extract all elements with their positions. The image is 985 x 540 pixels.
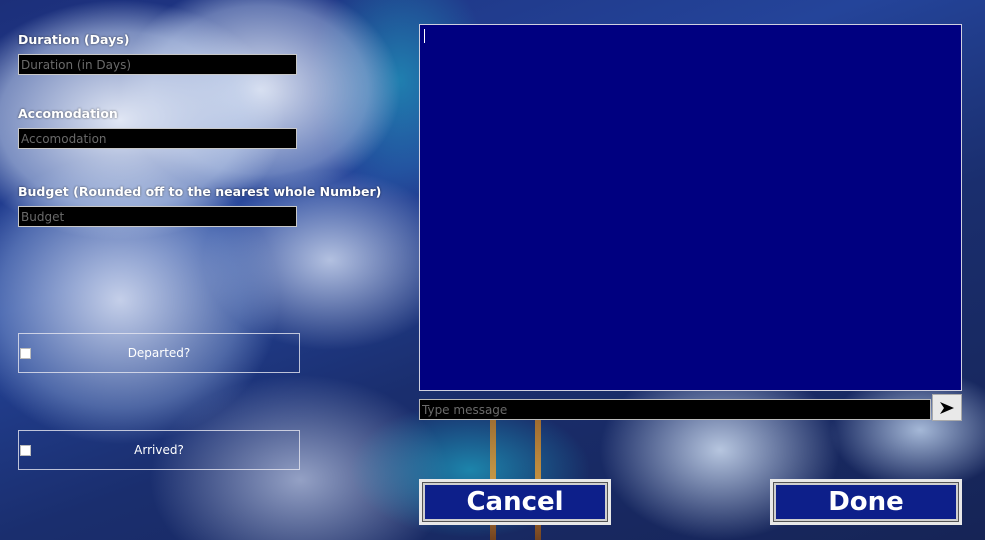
accommodation-field[interactable] — [18, 128, 297, 149]
arrived-label: Arrived? — [134, 443, 184, 457]
duration-label: Duration (Days) — [18, 32, 130, 47]
departed-checkbox-group[interactable]: Departed? — [18, 333, 300, 373]
text-caret — [424, 29, 425, 43]
duration-field[interactable] — [18, 54, 297, 75]
departed-label: Departed? — [127, 346, 191, 360]
arrived-checkbox-group[interactable]: Arrived? — [18, 430, 300, 470]
chat-history[interactable] — [419, 24, 962, 391]
budget-field[interactable] — [18, 206, 297, 227]
message-input[interactable] — [419, 399, 931, 420]
cancel-button[interactable]: Cancel — [419, 479, 611, 525]
budget-label: Budget (Rounded off to the nearest whole… — [18, 184, 382, 199]
accommodation-label: Accomodation — [18, 106, 118, 121]
send-button[interactable] — [932, 394, 962, 421]
done-button[interactable]: Done — [770, 479, 962, 525]
arrow-right-icon — [940, 401, 954, 414]
